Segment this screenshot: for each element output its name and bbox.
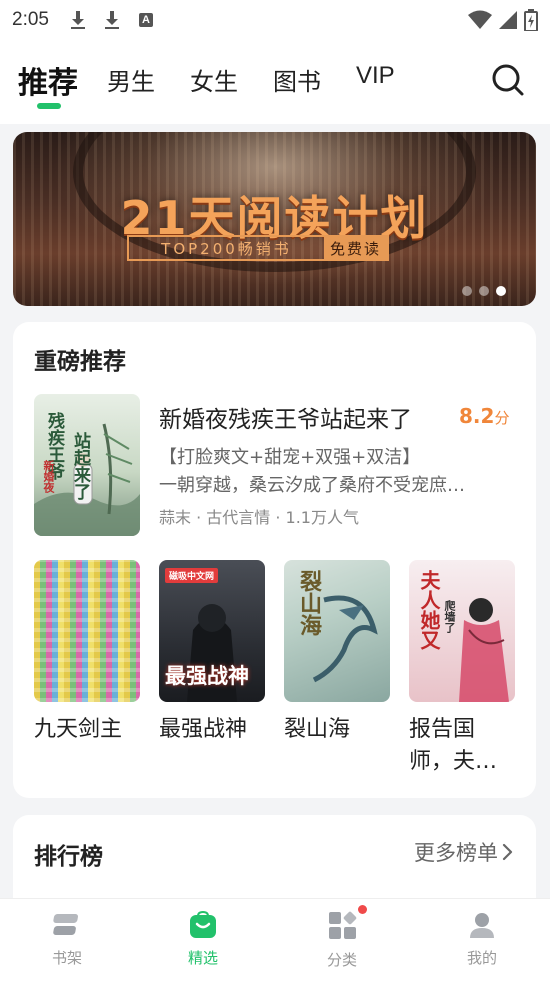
banner-subtitle-left: TOP200畅销书 bbox=[161, 239, 292, 258]
app-notification-icon: A bbox=[138, 13, 153, 27]
status-time: 2:05 bbox=[12, 9, 49, 30]
featured-book-title[interactable]: 新婚夜残疾王爷站起来了 bbox=[159, 400, 412, 434]
cover-badge: 新婚夜 bbox=[42, 460, 55, 493]
featured-book-meta: 蒜末 · 古代言情 · 1.1万人气 bbox=[159, 508, 359, 527]
tab-recommend[interactable]: 推荐 bbox=[18, 58, 78, 102]
nav-label: 书架 bbox=[51, 949, 82, 967]
book-item[interactable]: 裂山海 裂山海 bbox=[284, 560, 390, 746]
search-button[interactable] bbox=[490, 62, 526, 98]
cover-badge: 磁吸中文网 bbox=[165, 568, 219, 583]
bottom-nav: 书架 精选 分类 我的 bbox=[0, 898, 550, 985]
featured-book-score: 8.2分 bbox=[459, 404, 509, 428]
book-cover: 磁吸中文网 最强战神 bbox=[159, 560, 265, 702]
signal-icon bbox=[499, 11, 517, 29]
bookshelf-icon bbox=[53, 911, 81, 939]
book-cover: 夫人她又 爬墙了 bbox=[409, 560, 515, 702]
book-title: 九天剑主 bbox=[34, 717, 123, 742]
featured-section: 重磅推荐 残疾王爷 站起来了 新婚夜 新婚夜残疾王爷站起来了 8.2分 【打脸爽… bbox=[13, 322, 536, 798]
book-title: 裂山海 bbox=[284, 717, 351, 742]
book-title: 报告国师，夫… bbox=[409, 717, 498, 774]
wifi-icon bbox=[468, 10, 492, 29]
carousel-dots bbox=[462, 286, 506, 296]
score-unit: 分 bbox=[494, 409, 510, 427]
featured-icon bbox=[189, 910, 217, 939]
active-tab-indicator bbox=[37, 103, 61, 109]
notification-badge bbox=[358, 905, 367, 914]
book-title: 最强战神 bbox=[159, 717, 248, 742]
cover-text: 裂山海 bbox=[296, 570, 321, 636]
category-icon bbox=[328, 905, 367, 939]
chevron-right-icon bbox=[502, 843, 513, 861]
battery-icon bbox=[524, 9, 538, 31]
search-icon bbox=[492, 64, 524, 96]
status-bar: 2:05 A bbox=[0, 0, 550, 40]
more-rankings-link[interactable]: 更多榜单 bbox=[414, 837, 514, 867]
tab-male[interactable]: 男生 bbox=[107, 62, 155, 97]
nav-label: 分类 bbox=[326, 951, 357, 969]
more-rankings-label: 更多榜单 bbox=[414, 841, 498, 865]
book-cover bbox=[34, 560, 140, 702]
carousel-dot[interactable] bbox=[479, 286, 489, 296]
cover-subtext: 爬墙了 bbox=[443, 600, 456, 633]
profile-icon bbox=[468, 911, 496, 939]
download-icon bbox=[70, 11, 85, 29]
cover-text: 站起来了 bbox=[70, 432, 90, 500]
score-value: 8.2 bbox=[459, 404, 495, 428]
nav-profile[interactable]: 我的 bbox=[442, 911, 522, 968]
book-item[interactable]: 夫人她又 爬墙了 报告国师，夫… bbox=[409, 560, 515, 778]
featured-book-tags: 【打脸爽文+甜宠+双强+双洁】 bbox=[159, 447, 421, 468]
nav-label: 我的 bbox=[466, 949, 497, 967]
nav-label: 精选 bbox=[187, 949, 218, 967]
nav-category[interactable]: 分类 bbox=[302, 905, 382, 970]
banner-subtitle-right: 免费读 bbox=[323, 237, 387, 259]
promo-banner[interactable]: 21天阅读计划 bbox=[13, 132, 536, 306]
tab-female[interactable]: 女生 bbox=[190, 62, 238, 97]
cover-text: 最强战神 bbox=[165, 664, 249, 688]
section-title: 重磅推荐 bbox=[34, 349, 126, 375]
tab-books[interactable]: 图书 bbox=[273, 62, 321, 97]
section-title: 排行榜 bbox=[34, 844, 103, 870]
book-item[interactable]: 九天剑主 bbox=[34, 560, 140, 746]
carousel-dot-active[interactable] bbox=[496, 286, 506, 296]
download-icon bbox=[104, 11, 119, 29]
nav-bookshelf[interactable]: 书架 bbox=[27, 911, 107, 968]
banner-subtitle: TOP200畅销书 免费读 bbox=[127, 235, 389, 261]
tab-vip[interactable]: VIP bbox=[356, 62, 395, 90]
nav-featured[interactable]: 精选 bbox=[163, 910, 243, 968]
carousel-dot[interactable] bbox=[462, 286, 472, 296]
top-nav: 推荐 男生 女生 图书 VIP bbox=[0, 40, 550, 124]
status-indicators bbox=[468, 9, 538, 31]
book-cover: 裂山海 bbox=[284, 560, 390, 702]
cover-text: 夫人她又 bbox=[417, 570, 441, 650]
featured-book-description: 一朝穿越，桑云汐成了桑府不受宠庶… bbox=[159, 475, 465, 496]
featured-book-cover[interactable]: 残疾王爷 站起来了 新婚夜 bbox=[34, 394, 140, 536]
book-item[interactable]: 磁吸中文网 最强战神 最强战神 bbox=[159, 560, 265, 746]
